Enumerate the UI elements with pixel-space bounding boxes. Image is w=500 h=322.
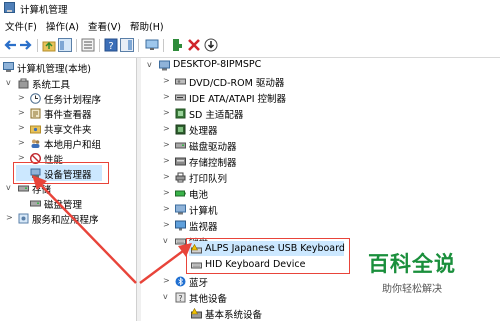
watermark: 百科全说 助你轻松解决	[362, 248, 462, 295]
watermark-subtitle: 助你轻松解决	[382, 284, 442, 295]
watermark-title: 百科全说	[368, 252, 456, 276]
